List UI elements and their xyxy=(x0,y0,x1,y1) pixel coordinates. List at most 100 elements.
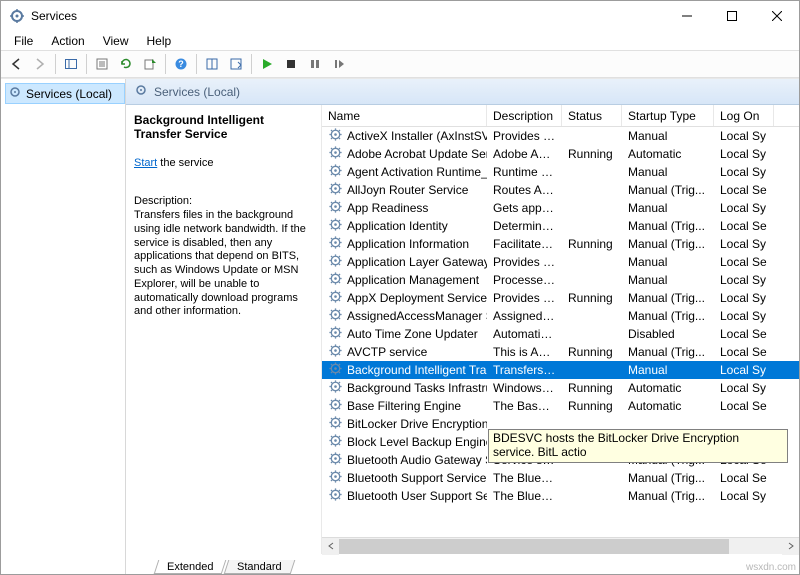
cell-name: Agent Activation Runtime_... xyxy=(322,163,487,181)
toolbar-extra-2[interactable] xyxy=(225,53,247,75)
menu-action[interactable]: Action xyxy=(43,33,92,49)
cell-name: Application Identity xyxy=(322,217,487,235)
cell-description: This is Audi... xyxy=(487,345,562,359)
gear-icon xyxy=(328,487,343,505)
menu-view[interactable]: View xyxy=(95,33,137,49)
service-row[interactable]: AllJoyn Router ServiceRoutes AllJo...Man… xyxy=(322,181,799,199)
menu-help[interactable]: Help xyxy=(139,33,180,49)
service-row[interactable]: AVCTP serviceThis is Audi...RunningManua… xyxy=(322,343,799,361)
toolbar-extra-1[interactable] xyxy=(201,53,223,75)
service-row[interactable]: Application ManagementProcesses in...Man… xyxy=(322,271,799,289)
menu-bar: File Action View Help xyxy=(1,31,799,50)
service-row[interactable]: Background Intelligent Tran...Transfers … xyxy=(322,361,799,379)
cell-startup: Manual xyxy=(622,273,714,287)
start-service-button[interactable] xyxy=(256,53,278,75)
cell-description: Gets apps re... xyxy=(487,201,562,215)
service-row[interactable]: Agent Activation Runtime_...Runtime for.… xyxy=(322,163,799,181)
cell-startup: Manual (Trig... xyxy=(622,471,714,485)
tree-root-item[interactable]: Services (Local) xyxy=(5,83,125,104)
service-row[interactable]: Application IdentityDetermines ...Manual… xyxy=(322,217,799,235)
cell-startup: Manual (Trig... xyxy=(622,237,714,251)
window-title: Services xyxy=(31,9,664,23)
column-header[interactable]: Description xyxy=(487,105,562,126)
cell-description: Processes in... xyxy=(487,273,562,287)
cell-logon: Local Sy xyxy=(714,237,774,251)
tab-standard[interactable]: Standard xyxy=(224,560,295,574)
pause-service-button[interactable] xyxy=(304,53,326,75)
cell-logon: Local Sy xyxy=(714,273,774,287)
scroll-track[interactable] xyxy=(339,538,782,555)
cell-name: Base Filtering Engine xyxy=(322,397,487,415)
service-row[interactable]: Auto Time Zone UpdaterAutomatica...Disab… xyxy=(322,325,799,343)
toolbar-separator xyxy=(251,54,252,74)
cell-logon: Local Se xyxy=(714,345,774,359)
column-header[interactable]: Name xyxy=(322,105,487,126)
window-buttons xyxy=(664,1,799,31)
column-header[interactable]: Log On xyxy=(714,105,774,126)
toolbar: ? xyxy=(1,50,799,78)
service-row[interactable]: Adobe Acrobat Update Serv...Adobe Acro..… xyxy=(322,145,799,163)
scroll-thumb[interactable] xyxy=(339,539,729,554)
scroll-right-button[interactable] xyxy=(782,538,799,555)
svg-text:?: ? xyxy=(178,59,184,69)
service-row[interactable]: ActiveX Installer (AxInstSV)Provides Us.… xyxy=(322,127,799,145)
tree-panel: Services (Local) xyxy=(1,79,126,574)
cell-startup: Manual (Trig... xyxy=(622,219,714,233)
minimize-button[interactable] xyxy=(664,1,709,31)
cell-startup: Manual (Trig... xyxy=(622,489,714,503)
cell-name: Block Level Backup Engine ... xyxy=(322,433,487,451)
maximize-button[interactable] xyxy=(709,1,754,31)
help-button[interactable]: ? xyxy=(170,53,192,75)
column-header[interactable]: Startup Type xyxy=(622,105,714,126)
cell-startup: Disabled xyxy=(622,327,714,341)
tab-extended[interactable]: Extended xyxy=(154,560,227,574)
column-headers: NameDescriptionStatusStartup TypeLog On xyxy=(322,105,799,127)
service-row[interactable]: Application InformationFacilitates t...R… xyxy=(322,235,799,253)
gear-icon xyxy=(328,199,343,217)
service-row[interactable]: Bluetooth User Support Ser...The Blueto.… xyxy=(322,487,799,505)
gear-icon xyxy=(328,325,343,343)
gear-icon xyxy=(328,451,343,469)
start-service-link[interactable]: Start xyxy=(134,157,157,169)
cell-description: The Blueto... xyxy=(487,471,562,485)
cell-description: Adobe Acro... xyxy=(487,147,562,161)
service-row[interactable]: Bluetooth Support ServiceThe Blueto...Ma… xyxy=(322,469,799,487)
service-row[interactable]: AppX Deployment Service (...Provides inf… xyxy=(322,289,799,307)
scroll-left-button[interactable] xyxy=(322,538,339,555)
horizontal-scrollbar[interactable] xyxy=(322,537,799,554)
cell-description: Runtime for... xyxy=(487,165,562,179)
cell-name: Application Information xyxy=(322,235,487,253)
service-row[interactable]: AssignedAccessManager Se...AssignedAc...… xyxy=(322,307,799,325)
cell-description: Provides su... xyxy=(487,255,562,269)
export-button[interactable] xyxy=(139,53,161,75)
service-row[interactable]: Background Tasks Infrastruc...Windows in… xyxy=(322,379,799,397)
cell-logon: Local Se xyxy=(714,327,774,341)
properties-button[interactable] xyxy=(91,53,113,75)
gear-icon xyxy=(328,469,343,487)
detail-pane: Background Intelligent Transfer Service … xyxy=(126,105,321,554)
cell-logon: Local Sy xyxy=(714,381,774,395)
cell-name: ActiveX Installer (AxInstSV) xyxy=(322,127,487,145)
restart-service-button[interactable] xyxy=(328,53,350,75)
service-row[interactable]: App ReadinessGets apps re...ManualLocal … xyxy=(322,199,799,217)
forward-button[interactable] xyxy=(29,53,51,75)
service-row[interactable]: Base Filtering EngineThe Base Fil...Runn… xyxy=(322,397,799,415)
column-header[interactable]: Status xyxy=(562,105,622,126)
gear-icon xyxy=(328,253,343,271)
selected-service-name: Background Intelligent Transfer Service xyxy=(134,113,311,141)
gear-icon xyxy=(328,433,343,451)
gear-icon xyxy=(328,145,343,163)
back-button[interactable] xyxy=(5,53,27,75)
cell-description: The Base Fil... xyxy=(487,399,562,413)
stop-service-button[interactable] xyxy=(280,53,302,75)
refresh-button[interactable] xyxy=(115,53,137,75)
cell-description: The Blueto... xyxy=(487,489,562,503)
show-hide-button[interactable] xyxy=(60,53,82,75)
cell-name: AllJoyn Router Service xyxy=(322,181,487,199)
tooltip: BDESVC hosts the BitLocker Drive Encrypt… xyxy=(488,429,788,463)
cell-name: App Readiness xyxy=(322,199,487,217)
description-text: Transfers files in the background using … xyxy=(134,209,311,319)
service-row[interactable]: Application Layer Gateway ...Provides su… xyxy=(322,253,799,271)
close-button[interactable] xyxy=(754,1,799,31)
menu-file[interactable]: File xyxy=(6,33,41,49)
